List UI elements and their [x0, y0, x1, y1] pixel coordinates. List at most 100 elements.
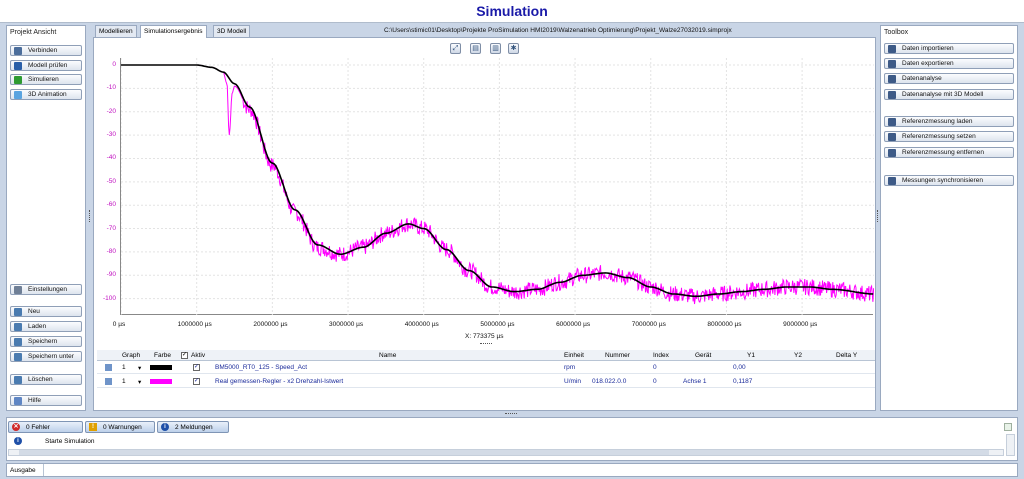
- x-tick-label: 6000000 µs: [556, 321, 591, 328]
- tab-simulationsergebnis[interactable]: Simulationsergebnis: [140, 25, 207, 38]
- toolbox-button-2-0[interactable]: Messungen synchronisieren: [884, 175, 1014, 186]
- left-button-2[interactable]: Modell prüfen: [10, 60, 82, 71]
- aktiv-checkbox[interactable]: ✓: [193, 378, 200, 385]
- y-tick-label: -50: [106, 177, 116, 185]
- col-y1[interactable]: Y1: [747, 352, 755, 359]
- axis-icon: [105, 364, 112, 371]
- infos-count: 2 Meldungen: [175, 423, 213, 431]
- left-button-5[interactable]: Einstellungen: [10, 284, 82, 295]
- gear-icon: [14, 285, 22, 294]
- window-title: Simulation: [0, 0, 1024, 23]
- zoom-fit-icon[interactable]: ⤢: [450, 43, 461, 54]
- animation-icon: [14, 90, 22, 99]
- horizontal-scrollbar[interactable]: [8, 449, 1004, 456]
- einheit-cell: U/min: [564, 378, 581, 385]
- log-message: Starte Simulation: [45, 438, 95, 445]
- graph-dropdown-icon[interactable]: ▾: [138, 378, 141, 386]
- x-tick-label: 2000000 µs: [253, 321, 288, 328]
- col-nummer[interactable]: Nummer: [605, 352, 630, 359]
- left-button-9[interactable]: Speichern unter: [10, 351, 82, 362]
- left-button-2-label: Modell prüfen: [28, 62, 68, 69]
- x-tick-label: 3000000 µs: [329, 321, 364, 328]
- left-button-9-label: Speichern unter: [28, 353, 74, 360]
- left-button-10[interactable]: Löschen: [10, 374, 82, 385]
- toolbox-button-0-1[interactable]: Daten exportieren: [884, 58, 1014, 69]
- toolbox-button-1-0[interactable]: Referenzmessung laden: [884, 116, 1014, 127]
- toolbox-button-0-0[interactable]: Daten importieren: [884, 43, 1014, 54]
- ref-load-icon: [888, 117, 896, 126]
- toolbox-button-0-1-label: Daten exportieren: [902, 60, 954, 67]
- left-button-3[interactable]: Simulieren: [10, 74, 82, 85]
- ref-set-icon: [888, 132, 896, 141]
- series-color-swatch[interactable]: [150, 365, 172, 370]
- zoom-vertical-icon[interactable]: ▥: [490, 43, 501, 54]
- table-header: Graph Farbe ✓ Aktiv Name Einheit Nummer …: [97, 350, 875, 361]
- tab-modellieren[interactable]: Modellieren: [95, 25, 137, 37]
- aktiv-checkbox[interactable]: ✓: [193, 364, 200, 371]
- geraet-cell: Achse 1: [683, 378, 707, 385]
- tab-3d-modell[interactable]: 3D Modell: [213, 25, 251, 37]
- left-splitter-handle[interactable]: [89, 210, 91, 222]
- error-icon: ✕: [12, 423, 20, 431]
- right-splitter-handle[interactable]: [877, 210, 879, 222]
- zoom-horizontal-icon[interactable]: ▤: [470, 43, 481, 54]
- col-aktiv[interactable]: Aktiv: [191, 352, 205, 359]
- col-einheit[interactable]: Einheit: [564, 352, 584, 359]
- y-tick-label: 0: [112, 61, 116, 68]
- sync-icon: [888, 176, 896, 185]
- series-color-swatch[interactable]: [150, 379, 172, 384]
- y-tick-label: -90: [106, 271, 116, 279]
- save-as-icon: [14, 352, 22, 361]
- infos-filter-button[interactable]: i 2 Meldungen: [157, 421, 229, 433]
- y1-cell: 0,00: [733, 364, 746, 371]
- warnings-filter-button[interactable]: ! 0 Warnungen: [85, 421, 155, 433]
- clear-messages-icon[interactable]: [1004, 423, 1012, 431]
- y-tick-label: -10: [106, 84, 116, 92]
- scrollbar-thumb[interactable]: [19, 450, 989, 455]
- plot-splitter-handle[interactable]: [480, 343, 492, 345]
- col-farbe[interactable]: Farbe: [154, 352, 171, 359]
- plot-area[interactable]: [120, 58, 874, 315]
- plot-settings-icon[interactable]: ✱: [508, 43, 519, 54]
- col-index[interactable]: Index: [653, 352, 669, 359]
- index-cell: 0: [653, 378, 657, 385]
- x-tick-label: 8000000 µs: [707, 321, 742, 328]
- new-icon: [14, 307, 22, 316]
- toolbox-button-0-0-label: Daten importieren: [902, 45, 954, 52]
- series-line-1: [121, 64, 874, 298]
- col-delta-y[interactable]: Delta Y: [836, 352, 857, 359]
- toolbox-button-1-1[interactable]: Referenzmessung setzen: [884, 131, 1014, 142]
- nummer-cell: 018.022.0.0: [592, 378, 627, 385]
- bottom-splitter-handle[interactable]: [505, 413, 517, 415]
- left-button-4[interactable]: 3D Animation: [10, 89, 82, 100]
- table-row[interactable]: 1 ▾ Real gemessen-Regler - x2 Drehzahl-Ist…: [97, 376, 875, 388]
- table-row[interactable]: 1 ▾ BM5000_RT0_125 - Speed_Act rpm 0 0,00 ✓: [97, 362, 875, 374]
- info-icon: i: [161, 423, 169, 431]
- left-button-6[interactable]: Neu: [10, 306, 82, 317]
- aktiv-all-checkbox[interactable]: ✓: [181, 352, 188, 359]
- col-y2[interactable]: Y2: [794, 352, 802, 359]
- errors-filter-button[interactable]: ✕ 0 Fehler: [8, 421, 83, 433]
- graph-select[interactable]: 1: [122, 364, 126, 371]
- left-button-8[interactable]: Speichern: [10, 336, 82, 347]
- graph-select[interactable]: 1: [122, 378, 126, 385]
- left-button-7[interactable]: Laden: [10, 321, 82, 332]
- left-button-11[interactable]: Hilfe: [10, 395, 82, 406]
- toolbox-title: Toolbox: [884, 29, 909, 36]
- check-icon: [14, 61, 22, 70]
- toolbox-button-0-3[interactable]: Datenanalyse mit 3D Modell: [884, 89, 1014, 100]
- toolbox-button-0-2[interactable]: Datenanalyse: [884, 73, 1014, 84]
- play-icon: [14, 75, 22, 84]
- left-button-1[interactable]: Verbinden: [10, 45, 82, 56]
- left-button-6-label: Neu: [28, 308, 40, 315]
- toolbox-button-2-0-label: Messungen synchronisieren: [902, 177, 983, 184]
- vertical-scrollbar[interactable]: [1006, 434, 1015, 456]
- col-graph[interactable]: Graph: [122, 352, 140, 359]
- output-input[interactable]: [43, 464, 1017, 476]
- col-name[interactable]: Name: [379, 352, 396, 359]
- y-tick-label: -20: [106, 107, 116, 115]
- col-geraet[interactable]: Gerät: [695, 352, 711, 359]
- toolbox-button-1-2[interactable]: Referenzmessung entfernen: [884, 147, 1014, 158]
- y-tick-label: -60: [106, 201, 116, 209]
- graph-dropdown-icon[interactable]: ▾: [138, 364, 141, 372]
